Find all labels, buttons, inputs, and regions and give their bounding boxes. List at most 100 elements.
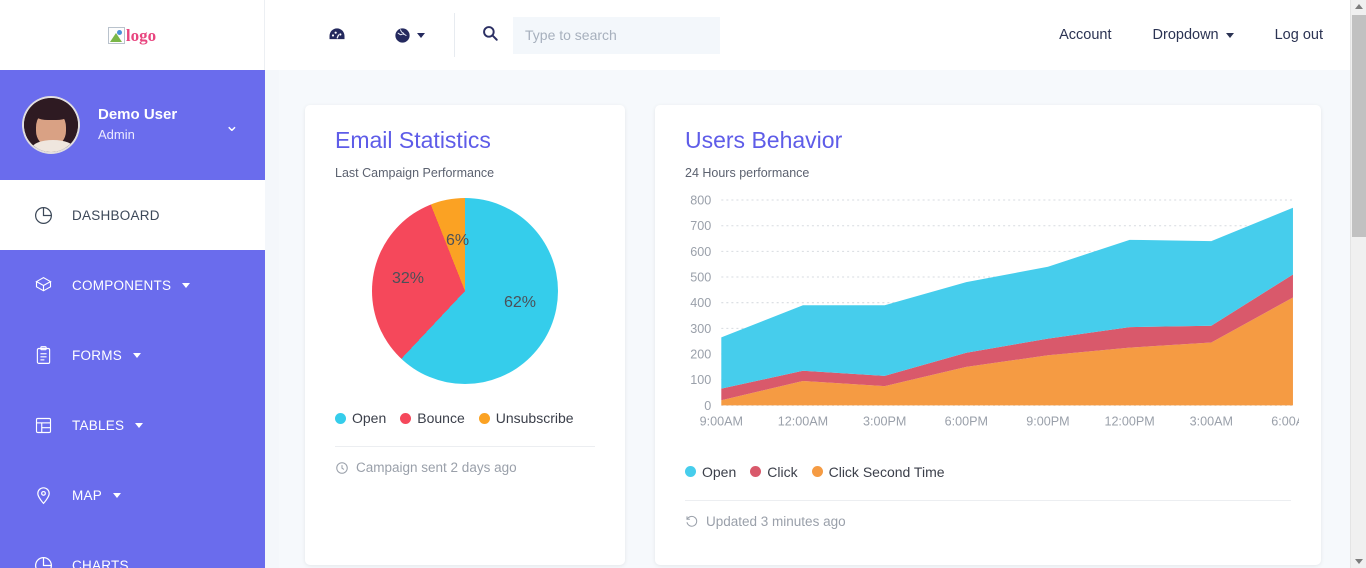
avatar xyxy=(22,96,80,154)
brand-logo[interactable]: logo xyxy=(0,0,265,70)
svg-text:800: 800 xyxy=(690,194,711,208)
legend-dot-click xyxy=(750,466,762,478)
chevron-down-icon xyxy=(417,32,425,38)
cards-row: Email Statistics Last Campaign Performan… xyxy=(279,70,1350,565)
svg-text:500: 500 xyxy=(690,271,711,285)
legend-item-bounce: Bounce xyxy=(400,410,465,426)
broken-image-icon xyxy=(107,26,125,44)
page-scrollbar-thumb[interactable] xyxy=(1352,15,1366,237)
pie-label-bounce: 32% xyxy=(392,270,425,287)
sidebar-item-components[interactable]: COMPONENTS xyxy=(0,250,265,320)
nav-link-logout[interactable]: Log out xyxy=(1275,27,1323,43)
sidebar-item-dashboard[interactable]: DASHBOARD xyxy=(0,180,265,250)
area-chart-container: 0 100 200 300 400 500 600 700 800 9:00AM 12:00AM 3:… xyxy=(655,180,1321,438)
table-icon xyxy=(33,415,59,436)
svg-text:400: 400 xyxy=(690,296,711,310)
legend-item-open: Open xyxy=(335,410,386,426)
sidebar-user-box[interactable]: Demo User Admin ⌄ xyxy=(0,70,265,180)
email-card-title: Email Statistics xyxy=(335,127,491,153)
sidebar-item-tables[interactable]: TABLES xyxy=(0,390,265,460)
legend-item-click-second-time: Click Second Time xyxy=(811,463,945,480)
pie-chart: 62% 32% 6% xyxy=(372,198,558,384)
users-behavior-card: Users Behavior 24 Hours performance 0 100… xyxy=(655,105,1321,565)
legend-label-click: Click xyxy=(767,463,798,480)
users-card-legend: Open Click Click Second Time xyxy=(655,464,1321,480)
sidebar-item-map[interactable]: MAP xyxy=(0,460,265,530)
svg-text:6:00PM: 6:00PM xyxy=(945,414,988,428)
nav-link-dropdown[interactable]: Dropdown xyxy=(1153,27,1234,43)
logo-alt-text: logo xyxy=(125,25,157,45)
sidebar-item-components-label: COMPONENTS xyxy=(72,277,172,293)
nav-link-account-label: Account xyxy=(1059,27,1112,43)
users-card-footer-text: Updated 3 minutes ago xyxy=(706,513,846,529)
legend-dot-click-second-time xyxy=(811,466,823,478)
legend-label-open: Open xyxy=(702,463,737,480)
users-card-title: Users Behavior xyxy=(685,127,843,153)
email-card-footer: Campaign sent 2 days ago xyxy=(305,447,625,493)
area-chart: 0 100 200 300 400 500 600 700 800 9:00AM 12:00AM 3:… xyxy=(690,194,1299,428)
legend-label-click-second-time: Click Second Time xyxy=(828,463,945,480)
top-navbar: logo Type to search Account Dropdown Log… xyxy=(0,0,1350,70)
sidebar-item-charts[interactable]: CHARTS xyxy=(0,530,265,568)
svg-text:9:00PM: 9:00PM xyxy=(1026,414,1069,428)
svg-text:6:00AM: 6:00AM xyxy=(1271,414,1299,428)
sidebar-user-meta: Demo User Admin xyxy=(98,106,225,144)
scroll-up-arrow-icon[interactable] xyxy=(1355,4,1363,9)
dashboard-gauge-icon[interactable] xyxy=(327,25,347,45)
navbar-links: Account Dropdown Log out xyxy=(1059,27,1350,43)
map-pin-icon xyxy=(33,485,59,506)
legend-dot-unsubscribe xyxy=(478,412,490,424)
email-statistics-card: Email Statistics Last Campaign Performan… xyxy=(305,105,625,565)
navbar-icon-group xyxy=(327,25,425,45)
pie-label-unsubscribe: 6% xyxy=(446,232,470,249)
clipboard-icon xyxy=(33,345,59,366)
chevron-down-icon xyxy=(113,492,122,498)
nav-link-account[interactable]: Account xyxy=(1059,27,1111,43)
globe-icon[interactable] xyxy=(393,26,425,45)
legend-dot-bounce xyxy=(400,412,412,424)
nav-link-logout-label: Log out xyxy=(1274,27,1323,43)
sidebar: Demo User Admin ⌄ DASHBOARD COMPONENTS F… xyxy=(0,70,265,568)
chevron-down-icon xyxy=(133,352,141,358)
chevron-down-icon xyxy=(182,282,191,288)
email-card-footer-text: Campaign sent 2 days ago xyxy=(356,460,517,475)
sidebar-user-role: Admin xyxy=(98,126,135,142)
history-refresh-icon xyxy=(685,514,699,528)
legend-dot-open xyxy=(685,466,696,478)
svg-text:0: 0 xyxy=(704,399,711,413)
pie-label-open: 62% xyxy=(503,294,536,311)
clock-icon xyxy=(335,461,349,475)
sidebar-item-tables-label: TABLES xyxy=(72,417,125,433)
svg-text:3:00AM: 3:00AM xyxy=(1190,414,1233,428)
search-icon[interactable] xyxy=(481,24,499,47)
sidebar-item-forms[interactable]: FORMS xyxy=(0,320,265,390)
sidebar-item-charts-label: CHARTS xyxy=(72,557,129,568)
pie-chart-container: 62% 32% 6% xyxy=(305,198,625,384)
logo-broken-image: logo xyxy=(107,25,157,45)
legend-item-unsubscribe: Unsubscribe xyxy=(478,410,574,426)
search-input[interactable] xyxy=(513,16,720,54)
cube-icon xyxy=(33,275,59,296)
page-scrollbar[interactable] xyxy=(1350,0,1366,568)
scroll-down-arrow-icon[interactable] xyxy=(1355,559,1363,564)
svg-text:3:00PM: 3:00PM xyxy=(863,414,906,428)
svg-text:12:00AM: 12:00AM xyxy=(778,414,828,428)
svg-text:100: 100 xyxy=(690,373,711,387)
svg-text:600: 600 xyxy=(690,245,711,259)
email-card-legend: Open Bounce Unsubscribe xyxy=(305,410,625,426)
chevron-down-icon[interactable]: ⌄ xyxy=(225,117,239,134)
legend-item-click: Click xyxy=(750,463,798,480)
nav-link-dropdown-label: Dropdown xyxy=(1152,27,1219,43)
legend-item-open: Open xyxy=(685,464,736,480)
pie-chart-icon xyxy=(33,555,59,568)
users-card-footer: Updated 3 minutes ago xyxy=(655,501,1321,547)
legend-label-open: Open xyxy=(352,410,387,426)
svg-text:200: 200 xyxy=(690,348,711,362)
sidebar-item-map-label: MAP xyxy=(72,487,103,503)
chevron-down-icon xyxy=(1225,32,1234,38)
email-card-subtitle: Last Campaign Performance xyxy=(335,166,495,180)
pie-chart-icon xyxy=(33,205,59,226)
legend-label-bounce: Bounce xyxy=(417,410,465,426)
svg-text:12:00PM: 12:00PM xyxy=(1104,414,1154,428)
users-card-subtitle: 24 Hours performance xyxy=(685,166,810,180)
